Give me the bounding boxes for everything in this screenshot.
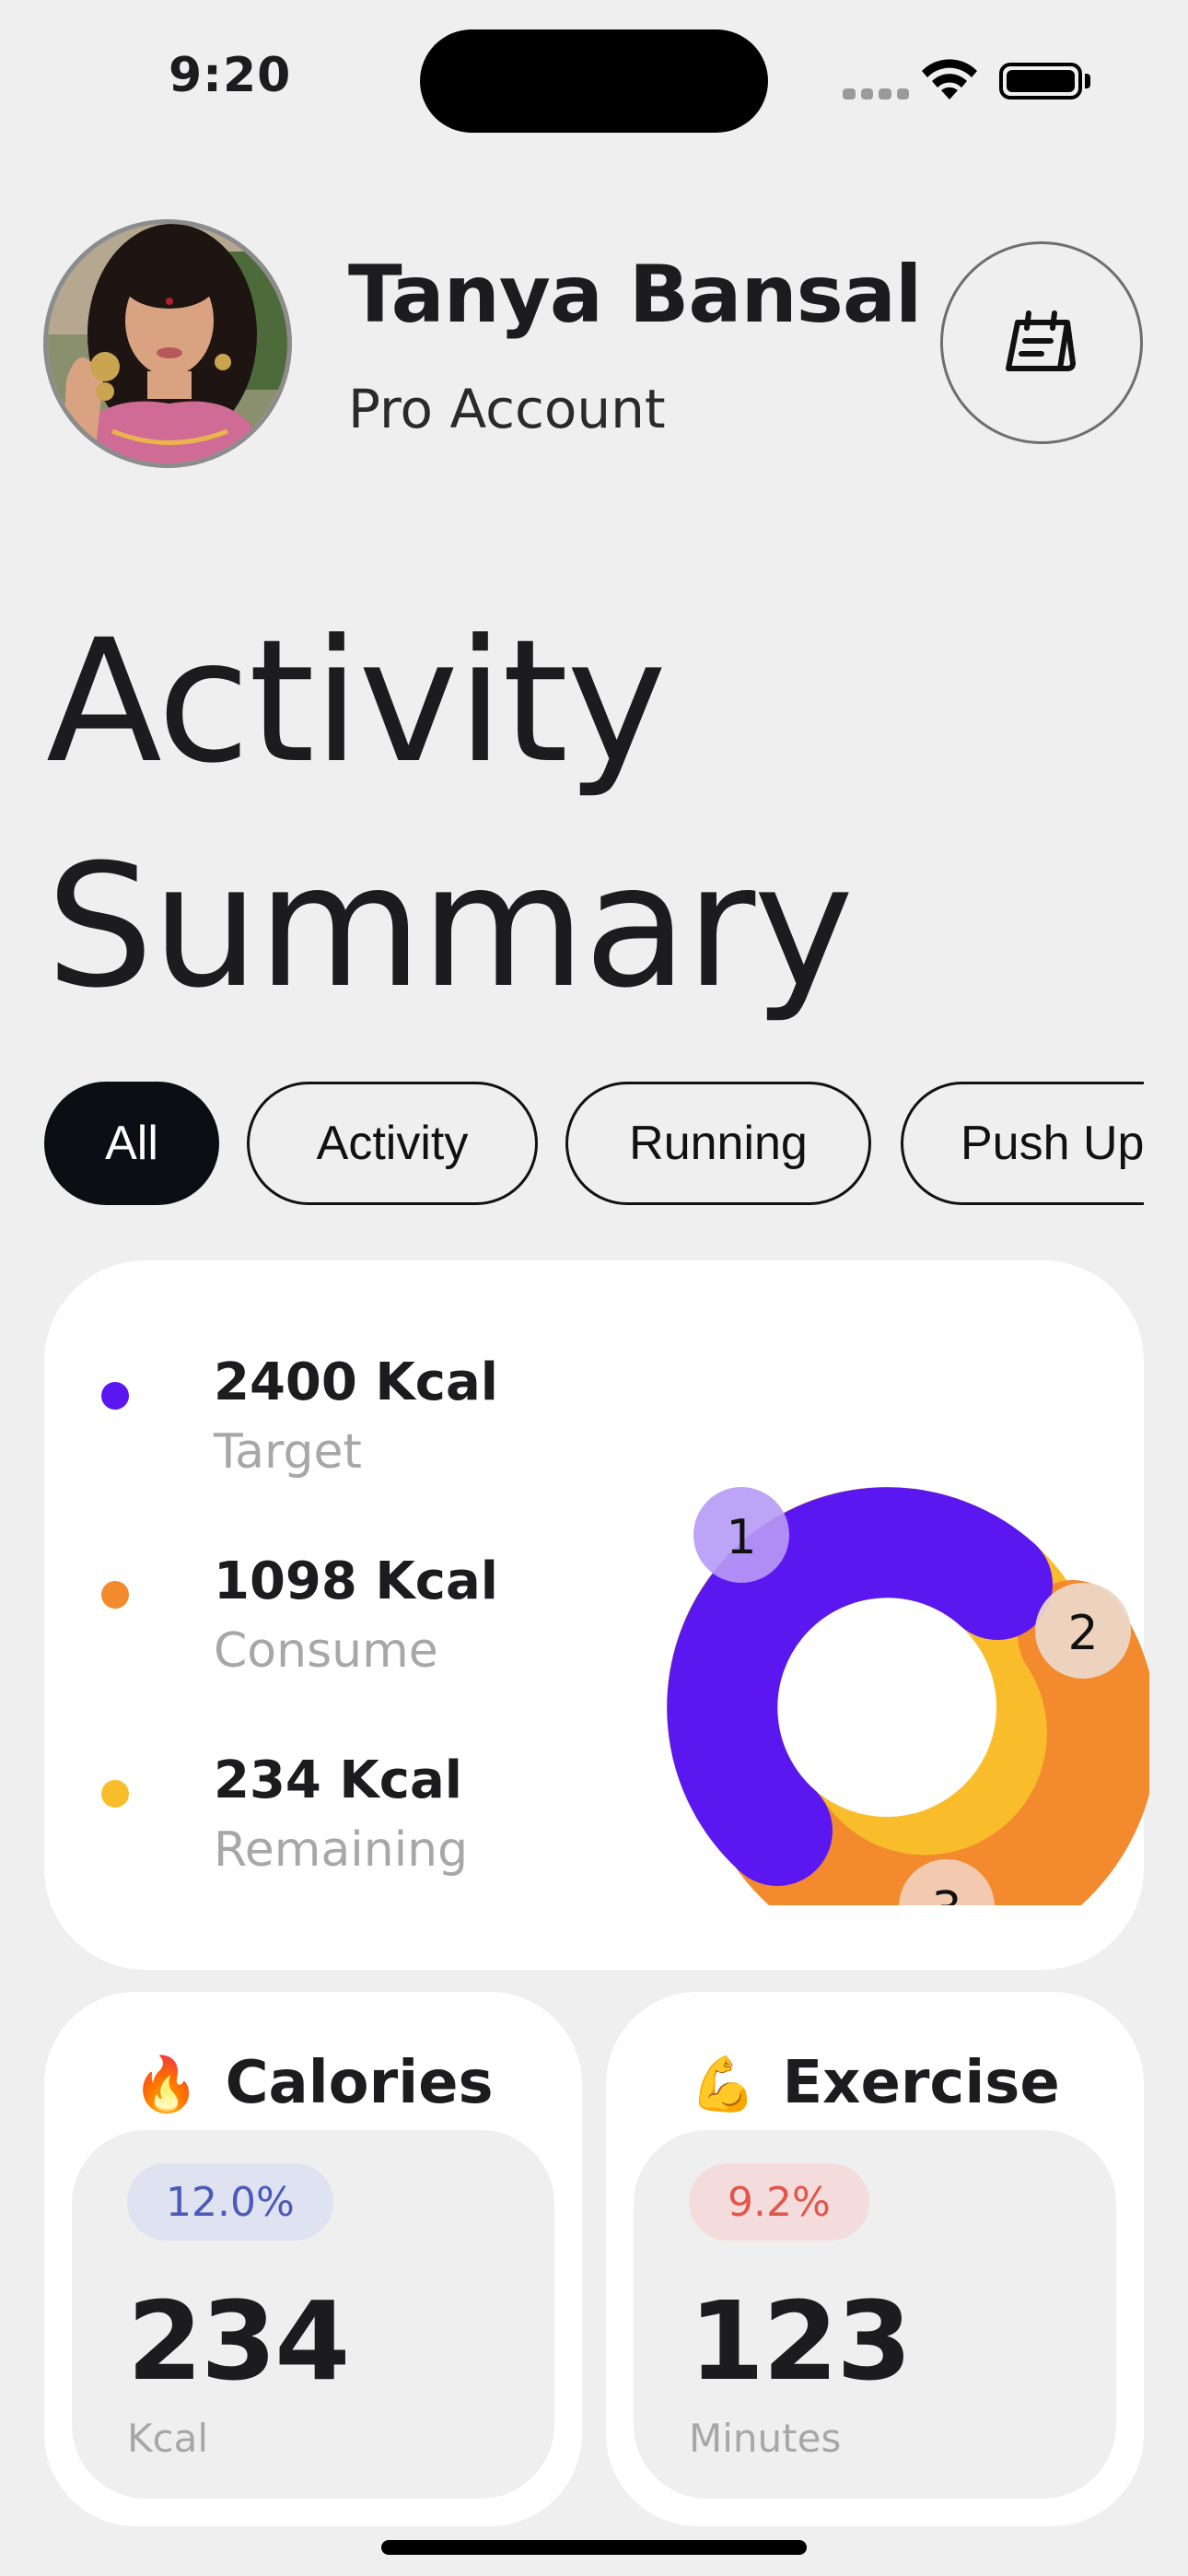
calories-title: Calories	[225, 2049, 494, 2117]
legend-dot-consume	[101, 1581, 129, 1609]
legend-value: 2400 Kcal	[214, 1352, 498, 1412]
calories-card-body: 12.0% 234 Kcal	[72, 2130, 554, 2499]
marker-3: 3	[931, 1882, 961, 1905]
legend-value: 1098 Kcal	[214, 1551, 498, 1611]
calories-card-header: 🔥 Calories	[44, 2049, 582, 2117]
status-time: 9:20	[169, 48, 292, 103]
calendar-icon	[1006, 310, 1076, 371]
account-type: Pro Account	[348, 378, 666, 440]
fire-icon: 🔥	[133, 2053, 200, 2115]
wifi-icon	[922, 59, 977, 100]
legend-dot-remaining	[101, 1780, 129, 1808]
legend-label: Remaining	[214, 1822, 469, 1878]
exercise-change-badge: 9.2%	[689, 2163, 869, 2241]
battery-cap	[1085, 74, 1090, 88]
home-indicator[interactable]	[381, 2540, 807, 2555]
chip-running[interactable]: Running	[565, 1082, 871, 1205]
exercise-value: 123	[689, 2277, 912, 2405]
legend-label: Target	[214, 1424, 362, 1480]
legend-label: Consume	[214, 1623, 438, 1679]
exercise-unit: Minutes	[689, 2416, 842, 2461]
exercise-card-body: 9.2% 123 Minutes	[634, 2130, 1116, 2499]
exercise-card-header: 💪 Exercise	[606, 2049, 1144, 2117]
filter-chips: All Activity Running Push Up	[44, 1082, 1144, 1207]
calories-change-badge: 12.0%	[127, 2163, 333, 2241]
exercise-card[interactable]: 💪 Exercise 9.2% 123 Minutes	[606, 1992, 1144, 2526]
calorie-summary-card: 2400 Kcal Target 1098 Kcal Consume 234 K…	[44, 1260, 1149, 1970]
legend-value: 234 Kcal	[214, 1751, 462, 1810]
calorie-donut-chart: 1 2 3	[667, 1487, 1149, 1905]
calories-value: 234	[127, 2277, 350, 2405]
donut-arc-target	[667, 1487, 1053, 1886]
user-name: Tanya Bansal	[348, 249, 922, 341]
chip-all[interactable]: All	[44, 1082, 219, 1205]
battery-icon	[999, 63, 1082, 100]
marker-2: 2	[1067, 1606, 1098, 1661]
chip-activity[interactable]: Activity	[247, 1082, 538, 1205]
calendar-button[interactable]	[940, 241, 1143, 444]
page-title-line1: Activity	[46, 603, 667, 801]
legend-dot-target	[101, 1382, 129, 1410]
screen: 9:20 Tanya Bansal Pro Account Activity S…	[0, 0, 1188, 2576]
marker-1: 1	[726, 1510, 756, 1565]
dynamic-island	[420, 29, 768, 133]
avatar[interactable]	[43, 219, 292, 468]
page-title: Activity Summary	[46, 590, 854, 1039]
exercise-title: Exercise	[782, 2049, 1060, 2117]
flexed-biceps-icon: 💪	[690, 2053, 757, 2115]
calories-unit: Kcal	[127, 2416, 209, 2461]
cellular-signal-icon	[843, 88, 909, 100]
chip-push-up[interactable]: Push Up	[901, 1082, 1144, 1205]
page-title-line2: Summary	[46, 828, 854, 1025]
avatar-image	[48, 224, 287, 463]
calories-card[interactable]: 🔥 Calories 12.0% 234 Kcal	[44, 1992, 582, 2526]
